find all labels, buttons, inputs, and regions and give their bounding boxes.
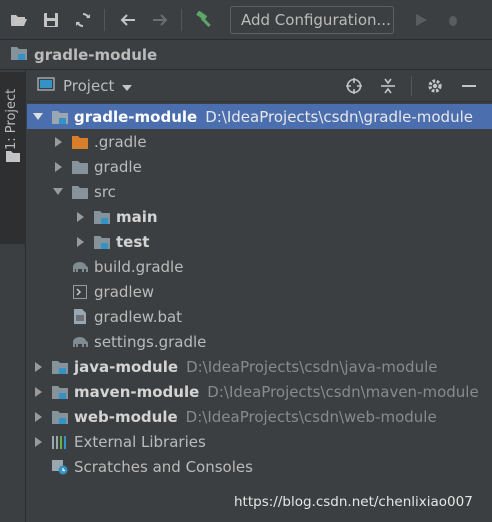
collapsed-arrow-icon[interactable] [75, 236, 85, 247]
chevron-down-icon [122, 77, 133, 95]
collapsed-arrow-icon[interactable] [53, 161, 63, 172]
module-folder-icon [93, 209, 111, 225]
collapsed-arrow-icon[interactable] [33, 411, 43, 422]
run-configuration-select[interactable]: Add Configuration... [230, 5, 394, 34]
save-icon[interactable] [38, 7, 64, 33]
hide-panel-icon[interactable] [458, 75, 480, 97]
tree-item-label: test [116, 232, 150, 251]
libraries-icon [51, 434, 69, 450]
module-path: D:\IdeaProjects\csdn\maven-module [207, 382, 479, 401]
tree-item-label: Scratches and Consoles [74, 457, 253, 476]
text-file-icon [71, 309, 89, 325]
open-icon[interactable] [6, 7, 32, 33]
project-panel-header: Project [27, 70, 492, 102]
tree-item-label: gradle [94, 157, 142, 176]
module-path: D:\IdeaProjects\csdn\gradle-module [205, 107, 473, 126]
module-folder-icon [93, 234, 111, 250]
tree-row-main[interactable]: main [27, 204, 492, 229]
module-folder-icon [10, 45, 28, 65]
tree-item-label: gradle-module [74, 107, 198, 126]
tree-row-web-module[interactable]: web-module D:\IdeaProjects\csdn\web-modu… [27, 404, 492, 429]
tree-item-label: java-module [74, 357, 179, 376]
tree-row-external-libraries[interactable]: External Libraries [27, 429, 492, 454]
tree-row-gradle-module[interactable]: gradle-module D:\IdeaProjects\csdn\gradl… [27, 104, 492, 129]
tree-row-settings-gradle[interactable]: settings.gradle [27, 329, 492, 354]
project-view-icon [37, 76, 55, 96]
main-toolbar: Add Configuration... [0, 0, 492, 40]
debug-icon[interactable] [440, 7, 466, 33]
module-folder-icon [51, 109, 69, 125]
run-configuration-label: Add Configuration... [241, 10, 391, 29]
tree-item-label: build.gradle [94, 257, 184, 276]
folder-icon [71, 184, 89, 200]
tree-item-label: maven-module [74, 382, 200, 401]
gradle-elephant-icon [71, 259, 89, 275]
gradle-elephant-icon [71, 334, 89, 350]
tree-item-label: External Libraries [74, 432, 206, 451]
tree-item-label: settings.gradle [94, 332, 207, 351]
collapsed-arrow-icon[interactable] [53, 136, 63, 147]
tree-item-label: web-module [74, 407, 178, 426]
project-panel: Project gradle-module D:\IdeaProjects\cs… [27, 70, 492, 522]
tree-row-gradle[interactable]: gradle [27, 154, 492, 179]
toolbar-separator [181, 8, 182, 31]
module-folder-icon [51, 384, 69, 400]
breadcrumb: gradle-module [0, 40, 492, 70]
tree-row-maven-module[interactable]: maven-module D:\IdeaProjects\csdn\maven-… [27, 379, 492, 404]
folder-icon [71, 159, 89, 175]
watermark-text: https://blog.csdn.net/chenlixiao007 [234, 494, 473, 510]
header-separator [411, 75, 412, 96]
module-folder-icon [51, 359, 69, 375]
tree-row-test[interactable]: test [27, 229, 492, 254]
excluded-folder-icon [71, 134, 89, 150]
back-icon[interactable] [115, 7, 141, 33]
settings-gear-icon[interactable] [424, 75, 446, 97]
expanded-arrow-icon[interactable] [33, 112, 43, 122]
run-icon[interactable] [408, 7, 434, 33]
folder-icon [6, 148, 20, 166]
toolbar-separator [104, 8, 105, 31]
project-tool-window-tab[interactable]: 1: Project [0, 72, 26, 244]
tree-row-scratches-and-consoles[interactable]: Scratches and Consoles [27, 454, 492, 479]
locate-icon[interactable] [343, 75, 365, 97]
tree-item-label: main [116, 207, 158, 226]
collapse-all-icon[interactable] [377, 75, 399, 97]
expanded-arrow-icon[interactable] [53, 187, 63, 197]
tree-item-label: src [94, 182, 116, 201]
project-view-selector[interactable]: Project [37, 76, 133, 96]
scratches-icon [51, 459, 69, 475]
tree-row-java-module[interactable]: java-module D:\IdeaProjects\csdn\java-mo… [27, 354, 492, 379]
shell-script-icon [71, 284, 89, 300]
module-path: D:\IdeaProjects\csdn\web-module [185, 407, 437, 426]
collapsed-arrow-icon[interactable] [75, 211, 85, 222]
tree-item-label: gradlew.bat [94, 307, 183, 326]
collapsed-arrow-icon[interactable] [33, 436, 43, 447]
breadcrumb-project-label[interactable]: gradle-module [34, 46, 157, 64]
build-icon[interactable] [192, 7, 218, 33]
left-tool-stripe: 1: Project [0, 70, 26, 522]
collapsed-arrow-icon[interactable] [33, 386, 43, 397]
project-panel-actions [343, 75, 480, 97]
tree-row-dot-gradle[interactable]: .gradle [27, 129, 492, 154]
sync-icon[interactable] [70, 7, 96, 33]
tree-row-src[interactable]: src [27, 179, 492, 204]
project-tab-label: 1: Project [4, 88, 19, 150]
tree-row-build-gradle[interactable]: build.gradle [27, 254, 492, 279]
collapsed-arrow-icon[interactable] [33, 361, 43, 372]
module-folder-icon [51, 409, 69, 425]
project-view-label: Project [63, 76, 115, 95]
module-path: D:\IdeaProjects\csdn\java-module [186, 357, 438, 376]
forward-icon[interactable] [147, 7, 173, 33]
tree-row-gradlew[interactable]: gradlew [27, 279, 492, 304]
tree-item-label: .gradle [94, 132, 147, 151]
tree-row-gradlew-bat[interactable]: gradlew.bat [27, 304, 492, 329]
tree-item-label: gradlew [94, 282, 155, 301]
